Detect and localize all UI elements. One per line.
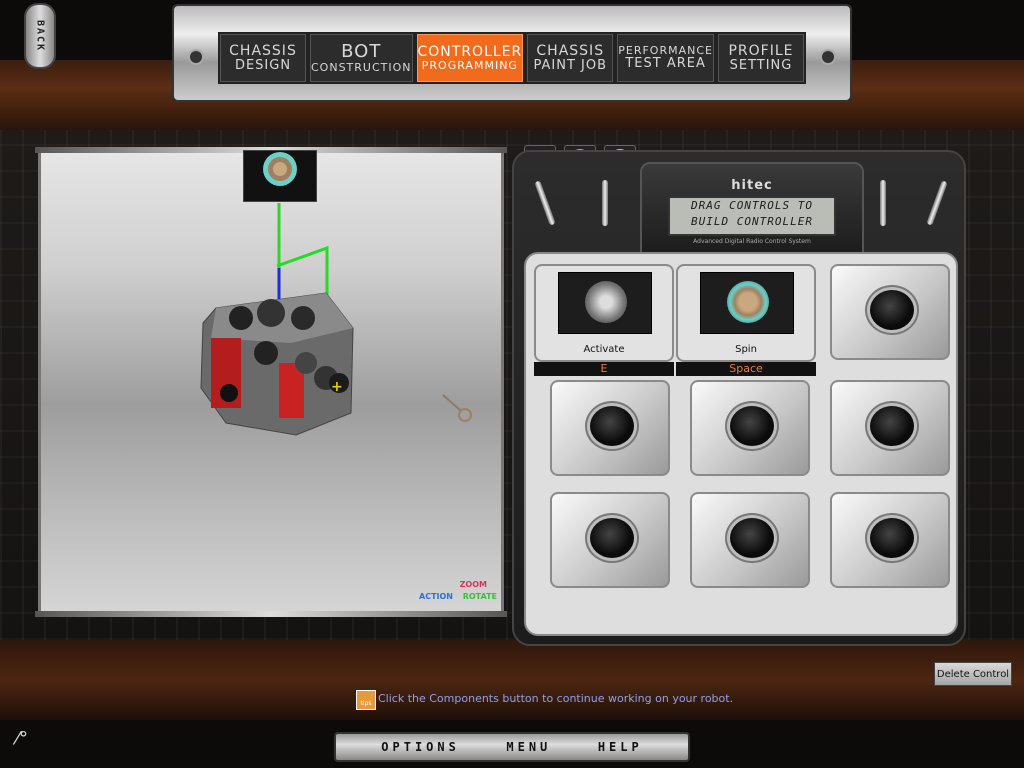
robot-viewport[interactable]: + ZOOM ACTION ROTATE <box>35 147 507 617</box>
tab-label: PROFILE <box>728 42 794 59</box>
empty-control-slot[interactable] <box>830 380 950 476</box>
bottom-background-band <box>0 640 1024 720</box>
action-label: ACTION <box>419 592 453 601</box>
empty-control-slot[interactable] <box>830 492 950 588</box>
slot-socket-icon <box>870 406 914 446</box>
options-button[interactable]: OPTIONS <box>381 740 460 754</box>
tab-label: CHASSIS <box>536 42 605 59</box>
bottom-navigation: OPTIONS MENU HELP <box>334 732 690 762</box>
slot-socket-icon <box>590 518 634 558</box>
slot-socket-icon <box>730 518 774 558</box>
antenna-switch <box>926 180 948 226</box>
spinner-icon <box>727 281 769 323</box>
back-button[interactable]: BACK <box>24 3 56 69</box>
control-label: Spin <box>735 344 757 355</box>
tab-label: SETTING <box>729 57 793 73</box>
antenna-switch <box>602 180 608 226</box>
robot-model: + <box>200 203 472 436</box>
delete-control-label: Delete Control <box>936 668 1010 680</box>
control-slot-1[interactable]: Activate <box>534 264 674 362</box>
tab-label: DESIGN <box>234 57 292 73</box>
top-navigation: CHASSIS DESIGN BOT CONSTRUCTION CONTROLL… <box>172 4 852 102</box>
empty-control-slot[interactable] <box>830 264 950 360</box>
tab-chassis-paint-job[interactable]: CHASSIS PAINT JOB <box>527 34 614 82</box>
tab-performance-test-area[interactable]: PERFORMANCE TEST AREA <box>617 34 714 82</box>
lcd-display: DRAG CONTROLS TO BUILD CONTROLLER <box>668 196 836 236</box>
control-image <box>558 272 652 334</box>
brand-logo: hitec <box>731 178 773 193</box>
antenna-switch <box>534 180 556 226</box>
antenna-switch <box>880 180 886 226</box>
tips-icon: tips <box>356 690 376 710</box>
tab-profile-setting[interactable]: PROFILE SETTING <box>717 34 804 82</box>
transmitter-head: hitec DRAG CONTROLS TO BUILD CONTROLLER … <box>640 162 864 262</box>
control-slot-2[interactable]: Spin <box>676 264 816 362</box>
control-slot-panel: Activate E Spin Space <box>524 252 958 636</box>
empty-control-slot[interactable] <box>690 380 810 476</box>
tip-text: Click the Components button to continue … <box>378 692 734 705</box>
zoom-label: ZOOM <box>459 580 487 589</box>
slot-socket-icon <box>870 290 914 330</box>
help-button[interactable]: HELP <box>598 740 643 754</box>
disc-icon <box>585 281 627 323</box>
tab-bot-construction[interactable]: BOT CONSTRUCTION <box>310 34 413 82</box>
tab-label: PAINT JOB <box>533 57 608 73</box>
tab-label: CONSTRUCTION <box>311 60 412 74</box>
menu-button[interactable]: MENU <box>506 740 551 754</box>
empty-control-slot[interactable] <box>550 380 670 476</box>
svg-text:+: + <box>331 379 343 395</box>
viewport-frame <box>35 611 507 617</box>
empty-control-slot[interactable] <box>550 492 670 588</box>
delete-control-button[interactable]: Delete Control <box>934 662 1012 686</box>
control-key-binding[interactable]: Space <box>676 362 816 376</box>
slot-socket-icon <box>870 518 914 558</box>
tab-controller-programming[interactable]: CONTROLLER PROGRAMMING <box>416 34 524 82</box>
control-label: Activate <box>583 344 625 355</box>
slot-socket-icon <box>730 406 774 446</box>
control-key-binding[interactable]: E <box>534 362 674 376</box>
tab-label: PROGRAMMING <box>421 58 518 72</box>
game-logo-icon: ⁄° <box>16 728 29 749</box>
tab-label: BOT <box>341 40 382 62</box>
tab-label: CHASSIS <box>229 42 297 59</box>
empty-control-slot[interactable] <box>690 492 810 588</box>
transmitter-subtitle: Advanced Digital Radio Control System <box>693 238 811 245</box>
rotate-label: ROTATE <box>462 592 497 601</box>
bolt-icon <box>188 49 204 65</box>
tab-label: TEST AREA <box>625 55 706 71</box>
back-button-label: BACK <box>34 19 46 53</box>
tab-chassis-design[interactable]: CHASSIS DESIGN <box>220 34 306 82</box>
lcd-line: BUILD CONTROLLER <box>691 215 813 228</box>
slot-socket-icon <box>590 406 634 446</box>
lcd-line: DRAG CONTROLS TO <box>691 199 813 212</box>
tab-label: CONTROLLER <box>417 43 523 60</box>
radio-transmitter: hitec DRAG CONTROLS TO BUILD CONTROLLER … <box>512 150 966 646</box>
control-image <box>700 272 794 334</box>
bolt-icon <box>820 49 836 65</box>
